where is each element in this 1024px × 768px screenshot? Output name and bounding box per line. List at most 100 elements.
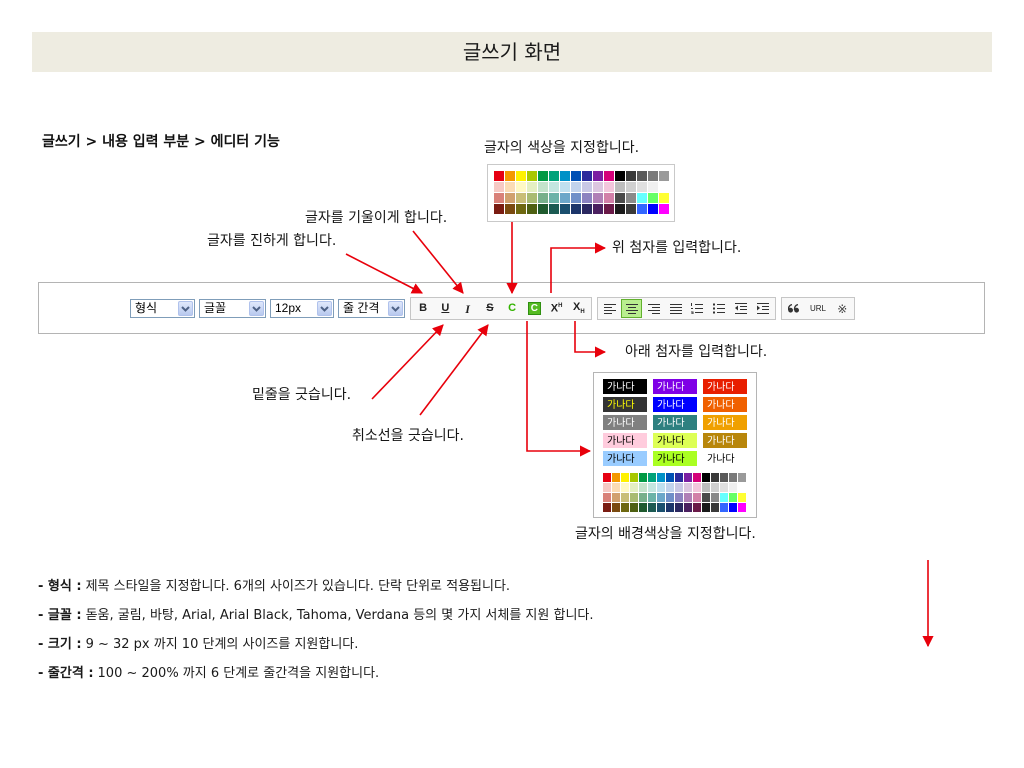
background-sample[interactable]: 가나다 [653,433,697,448]
color-swatch[interactable] [571,171,581,181]
color-swatch[interactable] [639,473,647,482]
color-swatch[interactable] [516,204,526,214]
color-swatch[interactable] [516,193,526,203]
color-swatch[interactable] [639,503,647,512]
font-select[interactable]: 글꼴 [199,299,266,318]
color-swatch[interactable] [549,193,559,203]
quote-button[interactable] [783,299,804,318]
color-swatch[interactable] [657,503,665,512]
background-sample[interactable]: 가나다 [703,451,747,466]
color-swatch[interactable] [729,483,737,492]
color-swatch[interactable] [675,493,683,502]
color-swatch[interactable] [612,493,620,502]
color-swatch[interactable] [527,171,537,181]
chevron-down-icon[interactable] [178,301,193,316]
ordered-list-button[interactable] [687,299,708,318]
align-justify-button[interactable] [665,299,686,318]
color-swatch[interactable] [659,182,669,192]
color-swatch[interactable] [560,182,570,192]
background-sample[interactable]: 가나다 [603,379,647,394]
color-swatch[interactable] [527,182,537,192]
outdent-button[interactable] [731,299,752,318]
chevron-down-icon[interactable] [388,301,403,316]
background-sample[interactable]: 가나다 [603,415,647,430]
color-swatch[interactable] [549,182,559,192]
color-swatch[interactable] [630,483,638,492]
color-swatch[interactable] [593,182,603,192]
color-swatch[interactable] [648,171,658,181]
color-swatch[interactable] [648,493,656,502]
background-sample[interactable]: 가나다 [603,397,647,412]
color-swatch[interactable] [666,503,674,512]
color-swatch[interactable] [693,493,701,502]
color-swatch[interactable] [720,473,728,482]
align-right-button[interactable] [643,299,664,318]
italic-button[interactable]: I [457,299,478,318]
color-swatch[interactable] [603,503,611,512]
color-swatch[interactable] [720,503,728,512]
color-swatch[interactable] [560,193,570,203]
line-height-select[interactable]: 줄 간격 [338,299,405,318]
color-swatch[interactable] [659,171,669,181]
color-swatch[interactable] [738,503,746,512]
color-swatch[interactable] [630,473,638,482]
color-swatch[interactable] [720,493,728,502]
color-swatch[interactable] [615,171,625,181]
background-sample[interactable]: 가나다 [653,451,697,466]
text-color-button[interactable]: C [502,299,523,318]
background-sample[interactable]: 가나다 [603,433,647,448]
color-swatch[interactable] [516,171,526,181]
color-swatch[interactable] [630,503,638,512]
color-swatch[interactable] [626,182,636,192]
color-swatch[interactable] [538,204,548,214]
color-swatch[interactable] [615,204,625,214]
chevron-down-icon[interactable] [249,301,264,316]
unordered-list-button[interactable] [709,299,730,318]
color-swatch[interactable] [505,204,515,214]
color-swatch[interactable] [612,503,620,512]
color-swatch[interactable] [657,483,665,492]
color-swatch[interactable] [711,483,719,492]
color-swatch[interactable] [621,483,629,492]
color-swatch[interactable] [494,182,504,192]
color-swatch[interactable] [538,193,548,203]
color-swatch[interactable] [637,204,647,214]
color-swatch[interactable] [527,204,537,214]
background-sample[interactable]: 가나다 [653,415,697,430]
color-swatch[interactable] [648,503,656,512]
color-swatch[interactable] [603,473,611,482]
color-swatch[interactable] [494,171,504,181]
color-swatch[interactable] [604,182,614,192]
color-swatch[interactable] [693,503,701,512]
color-swatch[interactable] [621,493,629,502]
background-sample[interactable]: 가나다 [703,379,747,394]
color-swatch[interactable] [729,503,737,512]
color-swatch[interactable] [571,182,581,192]
background-sample[interactable]: 가나다 [703,397,747,412]
background-color-button[interactable]: C [524,299,545,318]
color-swatch[interactable] [571,204,581,214]
color-swatch[interactable] [702,493,710,502]
color-swatch[interactable] [505,182,515,192]
size-select[interactable]: 12px [270,299,334,318]
color-swatch[interactable] [637,182,647,192]
format-select[interactable]: 형식 [130,299,195,318]
color-swatch[interactable] [615,193,625,203]
background-sample[interactable]: 가나다 [653,397,697,412]
color-swatch[interactable] [593,204,603,214]
color-swatch[interactable] [648,204,658,214]
link-button[interactable]: URL [804,299,831,318]
color-swatch[interactable] [505,193,515,203]
color-swatch[interactable] [729,493,737,502]
color-swatch[interactable] [626,171,636,181]
color-swatch[interactable] [738,473,746,482]
special-character-button[interactable]: ※ [832,299,853,318]
color-swatch[interactable] [657,493,665,502]
align-center-button[interactable] [621,299,643,318]
color-swatch[interactable] [720,483,728,492]
color-swatch[interactable] [702,473,710,482]
color-swatch[interactable] [711,503,719,512]
color-swatch[interactable] [494,204,504,214]
chevron-down-icon[interactable] [317,301,332,316]
bold-button[interactable]: B [413,299,434,318]
